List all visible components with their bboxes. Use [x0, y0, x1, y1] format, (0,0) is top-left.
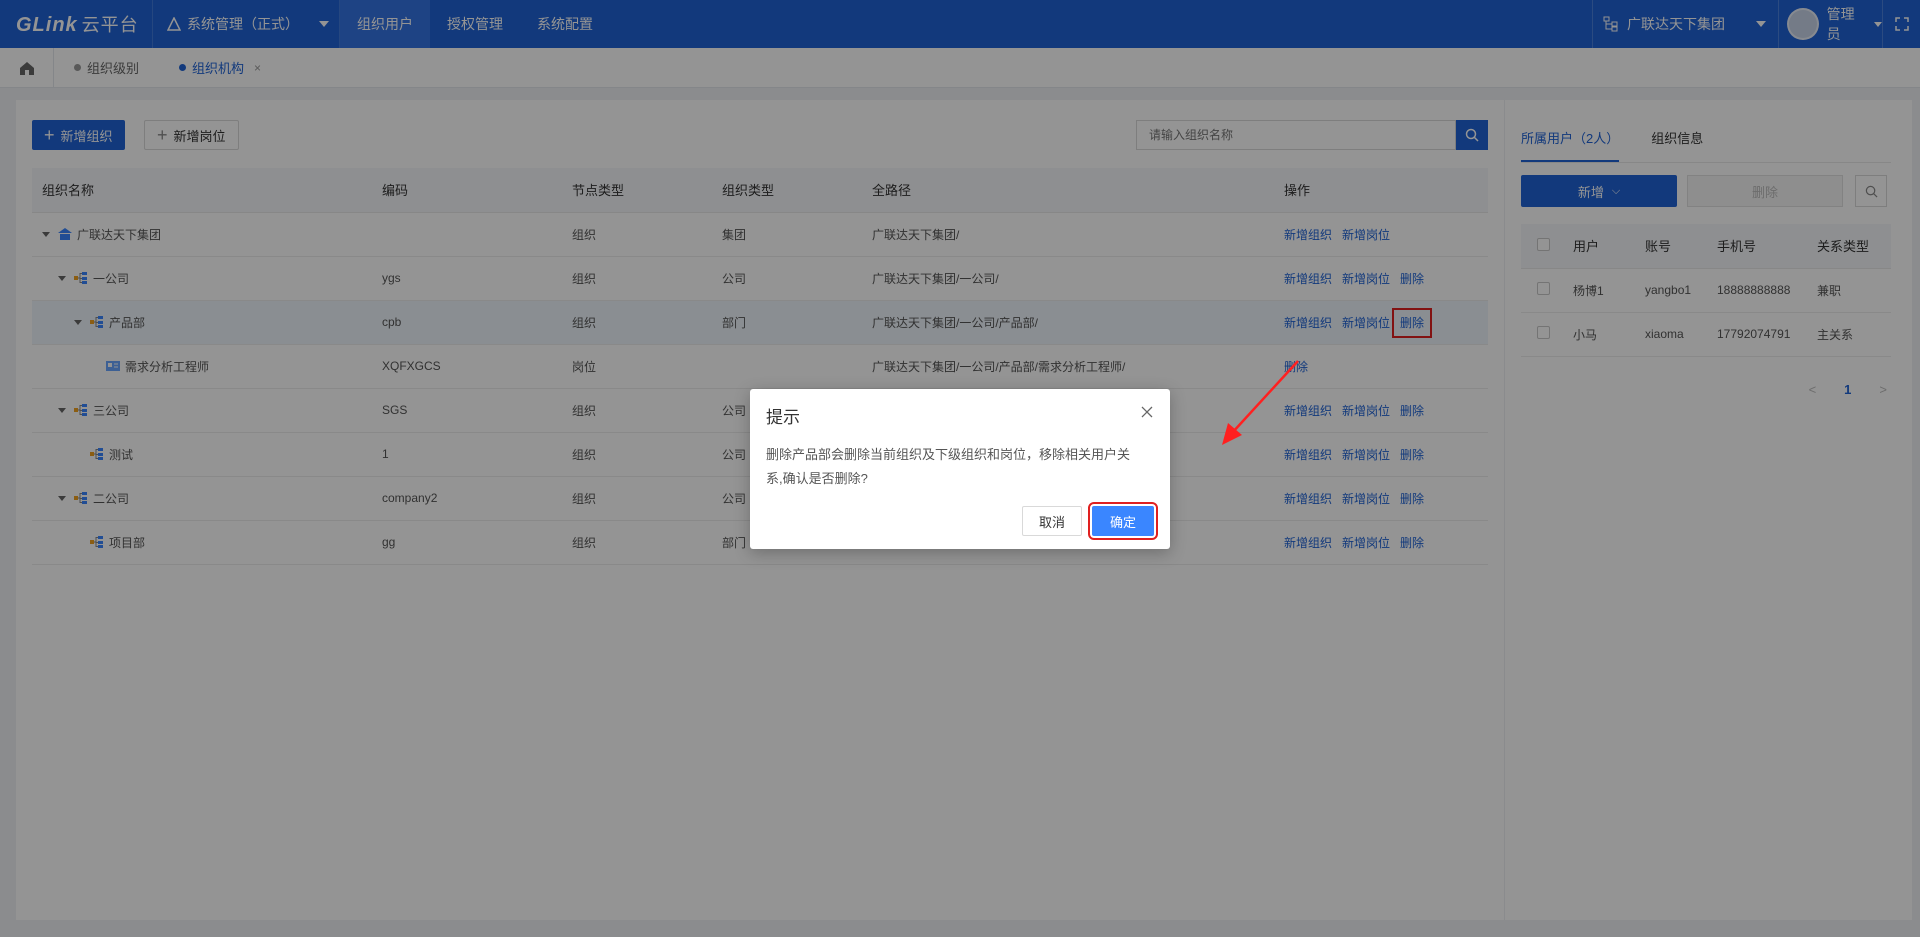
annotation-arrow: [1222, 360, 1299, 445]
cancel-button[interactable]: 取消: [1022, 506, 1082, 536]
dialog-title: 提示: [766, 408, 800, 427]
confirm-button[interactable]: 确定: [1088, 502, 1158, 540]
dialog-message: 删除产品部会删除当前组织及下级组织和岗位，移除相关用户关系,确认是否删除?: [766, 447, 1131, 486]
button-label: 取消: [1038, 514, 1065, 530]
close-icon[interactable]: [1140, 405, 1154, 419]
button-label: 确定: [1109, 514, 1136, 530]
confirm-dialog: 提示 删除产品部会删除当前组织及下级组织和岗位，移除相关用户关系,确认是否删除?…: [750, 389, 1170, 549]
